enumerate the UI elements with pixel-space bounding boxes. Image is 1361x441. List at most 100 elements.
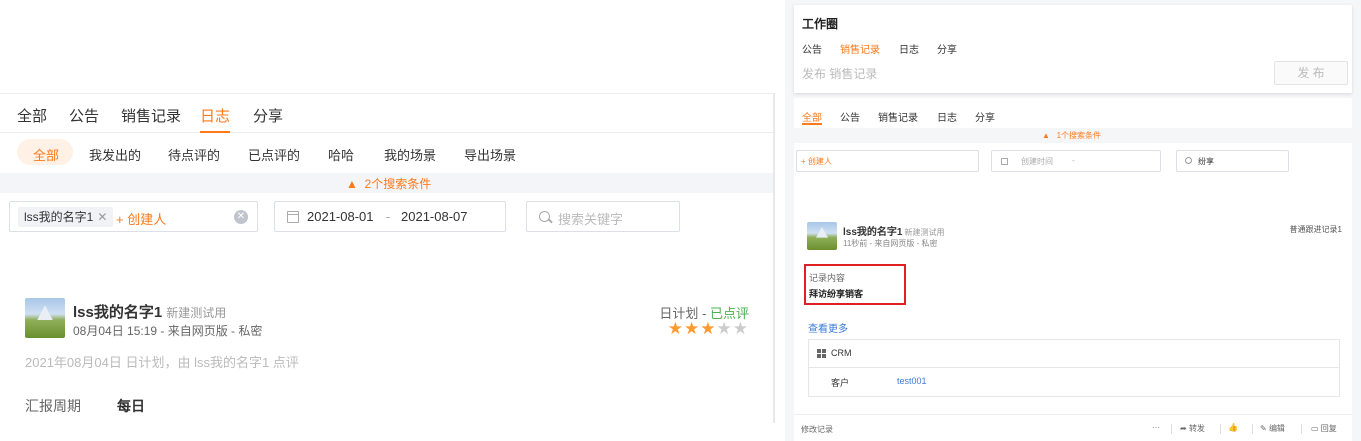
forward-button[interactable]: ➦ 转发 <box>1180 423 1205 434</box>
filter-toggle-bar[interactable]: ▲ 2个搜索条件 <box>0 173 775 193</box>
feed-card: 全部 公告 销售记录 日志 分享 ▲ 1个搜索条件 + 创建人 创建时间 - 纷… <box>794 98 1352 441</box>
add-creator-button[interactable]: + 创建人 <box>801 156 832 167</box>
crm-title: CRM <box>831 348 852 358</box>
calendar-icon <box>287 211 299 223</box>
time-separator: - <box>1072 156 1075 165</box>
search-value[interactable]: 纷享 <box>1198 156 1214 167</box>
post-author[interactable]: lss我的名字1 新建测试用 <box>73 301 226 322</box>
reply-button[interactable]: ▭ 回复 <box>1311 423 1337 434</box>
publish-tab-log[interactable]: 日志 <box>899 41 919 56</box>
date-separator: - <box>386 209 391 224</box>
clear-icon[interactable]: ✕ <box>234 210 248 224</box>
filter-toggle-label: 1个搜索条件 <box>1056 131 1102 140</box>
left-subtabs: 全部 我发出的 待点评的 已点评的 哈哈 我的场景 导出场景 <box>0 139 775 169</box>
add-creator-button[interactable]: + 创建人 <box>116 209 166 228</box>
subtab-reviewed[interactable]: 已点评的 <box>248 145 300 164</box>
time-placeholder: 创建时间 <box>1021 157 1053 166</box>
star-empty-icon: ★ <box>732 319 749 338</box>
crm-card: CRM 客户 test001 <box>808 339 1340 397</box>
filter-toggle[interactable]: ▲ 2个搜索条件 <box>346 175 431 192</box>
post-author[interactable]: lss我的名字1 新建测试用 <box>843 223 944 238</box>
publish-tab-share[interactable]: 分享 <box>937 41 957 56</box>
subtab-sent-by-me[interactable]: 我发出的 <box>89 145 141 164</box>
subtab-all[interactable]: 全部 <box>33 145 59 164</box>
period-value: 每日 <box>117 398 145 414</box>
avatar[interactable] <box>25 298 65 338</box>
subtab-pending-review[interactable]: 待点评的 <box>168 145 220 164</box>
tab-share[interactable]: 分享 <box>975 109 995 124</box>
search-placeholder: 搜索关键字 <box>558 212 624 227</box>
date-end[interactable]: 2021-08-07 <box>401 209 468 224</box>
publish-input[interactable]: 发布 销售记录 <box>802 65 877 82</box>
tab-sales-record[interactable]: 销售记录 <box>121 105 181 126</box>
more-icon[interactable]: ··· <box>1152 423 1160 432</box>
edit-label: 编辑 <box>1268 424 1285 433</box>
record-content-label: 记录内容 <box>809 273 846 283</box>
star-icon: ★ <box>684 319 701 338</box>
active-tab-underline <box>200 131 230 133</box>
creator-filter[interactable]: + 创建人 <box>796 150 979 172</box>
date-range-picker[interactable]: 2021-08-01 - 2021-08-07 <box>274 201 506 232</box>
post-meta: 08月04日 15:19 - 来自网页版 - 私密 <box>73 324 263 338</box>
tab-sales-record[interactable]: 销售记录 <box>878 109 918 124</box>
remove-tag-icon[interactable]: ✕ <box>97 210 107 224</box>
search-input[interactable]: 纷享 <box>1176 150 1289 172</box>
divider <box>1220 424 1221 434</box>
publish-tab-announcement[interactable]: 公告 <box>802 41 822 56</box>
star-empty-icon: ★ <box>716 319 733 338</box>
left-feed-tabs: 全部 公告 销售记录 日志 分享 <box>0 93 775 133</box>
crm-icon <box>817 349 827 359</box>
right-panel: 工作圈 公告 销售记录 日志 分享 发布 销售记录 发 布 全部 公告 销售记录… <box>785 0 1361 441</box>
divider <box>1252 424 1253 434</box>
tab-all[interactable]: 全部 <box>802 109 822 124</box>
tab-announcement[interactable]: 公告 <box>840 109 860 124</box>
edit-button[interactable]: ✎ 编辑 <box>1260 423 1285 434</box>
date-start[interactable]: 2021-08-01 <box>307 209 374 224</box>
filter-toggle-label: 2个搜索条件 <box>364 177 432 191</box>
tab-announcement[interactable]: 公告 <box>69 105 99 126</box>
publish-tab-sales-record[interactable]: 销售记录 <box>840 41 880 56</box>
search-icon <box>1185 157 1192 164</box>
post-actions: 修改记录 ··· ➦ 转发 👍 ✎ 编辑 ▭ 回复 <box>794 414 1352 441</box>
rating-stars: ★★★★★ <box>668 319 749 339</box>
tab-all[interactable]: 全部 <box>17 105 47 126</box>
creator-tag-label: lss我的名字1 <box>24 210 94 224</box>
author-name[interactable]: lss我的名字1 <box>843 227 902 238</box>
star-icon: ★ <box>667 319 684 338</box>
filter-toggle[interactable]: ▲ 1个搜索条件 <box>1042 130 1101 141</box>
avatar[interactable] <box>807 222 837 250</box>
tab-share[interactable]: 分享 <box>253 105 283 126</box>
author-name[interactable]: lss我的名字1 <box>73 304 162 321</box>
forward-label: 转发 <box>1188 424 1205 433</box>
record-type: 普通跟进记录1 <box>1289 225 1342 234</box>
crm-customer-link[interactable]: test001 <box>897 376 927 386</box>
divider <box>1171 424 1172 434</box>
crm-header: CRM <box>809 340 1339 368</box>
left-panel: 全部 公告 销售记录 日志 分享 全部 我发出的 待点评的 已点评的 哈哈 我的… <box>0 93 775 441</box>
post-meta: 11秒前 - 来自网页版 - 私密 <box>843 239 938 248</box>
author-department: 新建测试用 <box>904 228 945 237</box>
subtab-export-scenes[interactable]: 导出场景 <box>464 145 516 164</box>
publish-card: 工作圈 公告 销售记录 日志 分享 发布 销售记录 发 布 <box>794 5 1352 93</box>
subtab-haha[interactable]: 哈哈 <box>328 145 354 164</box>
date-range-picker[interactable]: 创建时间 - <box>991 150 1161 172</box>
search-input[interactable]: 搜索关键字 <box>526 201 680 232</box>
scrollbar[interactable] <box>773 93 775 423</box>
creator-tag: lss我的名字1 ✕ <box>18 207 114 227</box>
tab-log[interactable]: 日志 <box>200 105 230 126</box>
record-content-value: 拜访纷享销客 <box>809 289 864 299</box>
subtab-my-scenes[interactable]: 我的场景 <box>384 145 436 164</box>
publish-button[interactable]: 发 布 <box>1274 61 1348 85</box>
edit-record-link[interactable]: 修改记录 <box>801 424 833 435</box>
tab-log[interactable]: 日志 <box>937 109 957 124</box>
record-content-highlight: 记录内容 拜访纷享销客 <box>804 264 906 305</box>
page-title: 工作圈 <box>802 17 839 31</box>
view-more-link[interactable]: 查看更多 <box>808 320 848 335</box>
star-icon: ★ <box>700 319 717 338</box>
post-description: 2021年08月04日 日计划，由 lss我的名字1 点评 <box>25 355 299 370</box>
like-icon[interactable]: 👍 <box>1228 423 1238 432</box>
author-department: 新建测试用 <box>166 306 227 320</box>
filter-toggle-bar[interactable]: ▲ 1个搜索条件 <box>794 128 1352 143</box>
creator-filter[interactable]: lss我的名字1 ✕ + 创建人 ✕ <box>9 201 258 232</box>
search-icon <box>539 211 550 222</box>
